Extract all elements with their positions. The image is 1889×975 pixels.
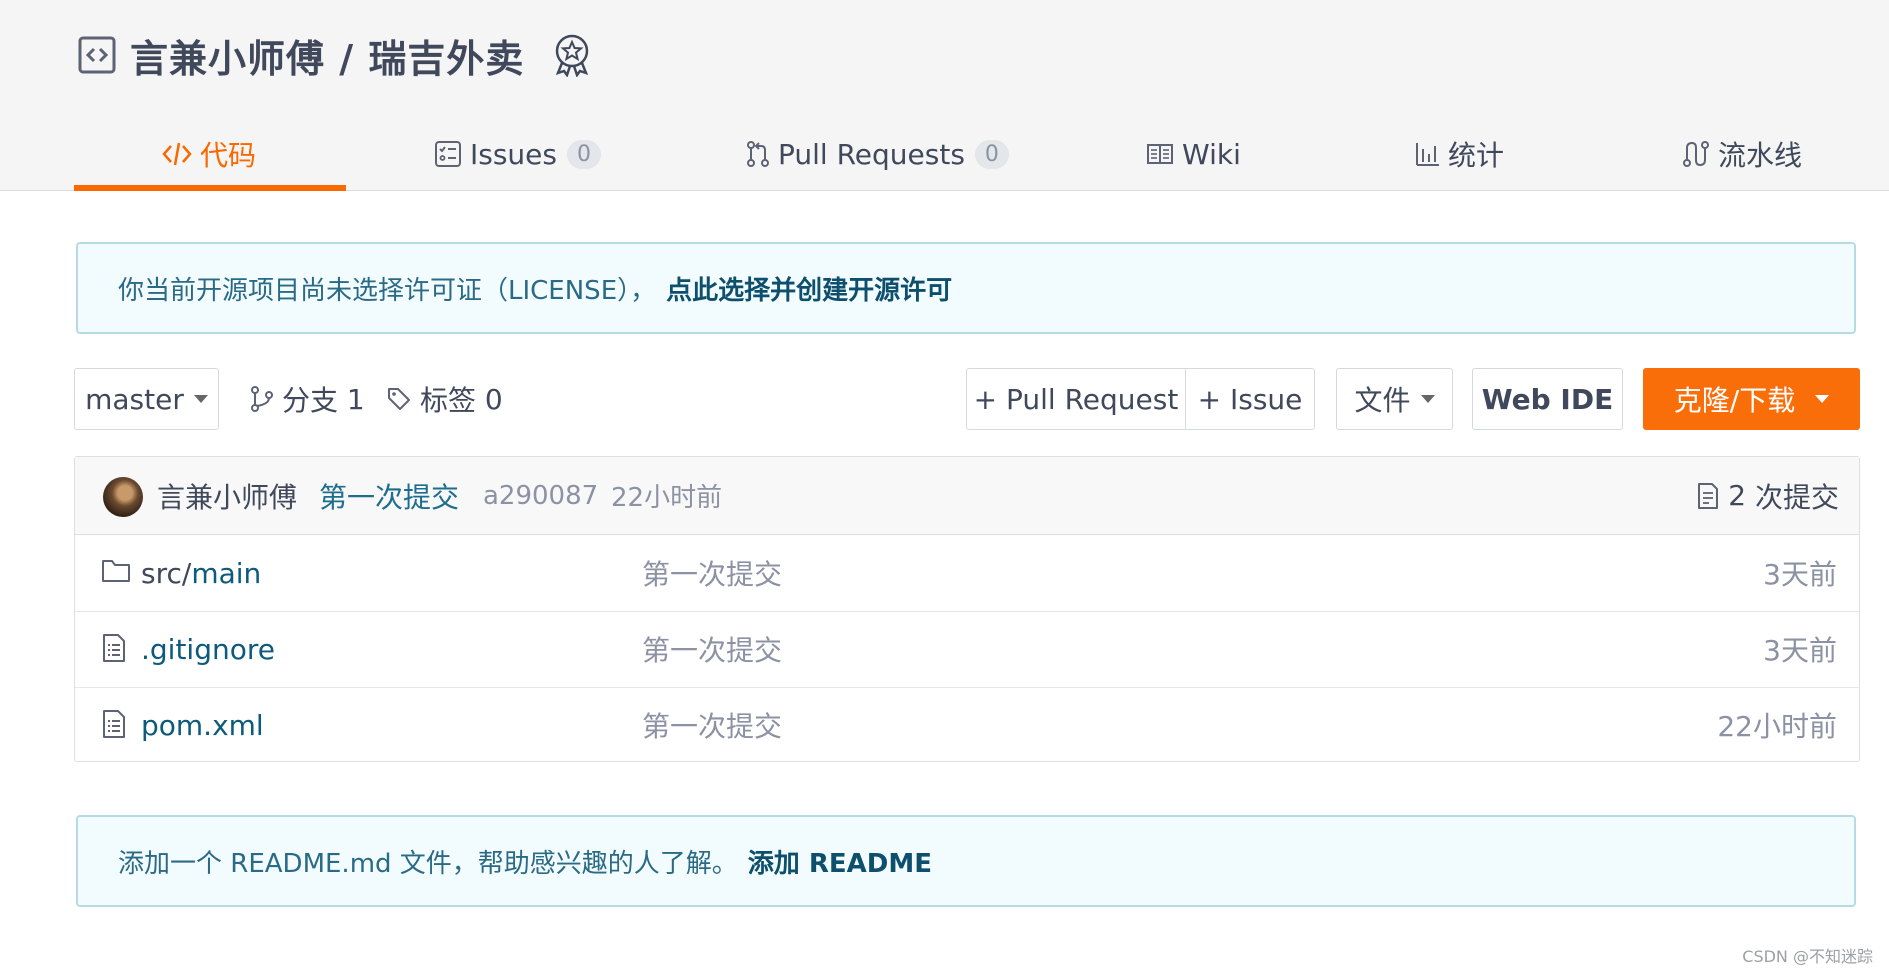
- recommended-badge-icon[interactable]: [552, 33, 592, 77]
- file-commit-time: 22小时前: [1717, 710, 1837, 743]
- code-icon: [162, 142, 192, 166]
- issues-count-badge: 0: [567, 139, 601, 169]
- caret-down-icon: [193, 395, 208, 403]
- file-name-link[interactable]: .gitignore: [141, 611, 275, 687]
- branches-count: 1: [346, 382, 365, 416]
- readme-notice: 添加一个 README.md 文件，帮助感兴趣的人了解。 添加 README: [76, 815, 1856, 907]
- tab-label: Wiki: [1182, 137, 1241, 171]
- web-ide-button[interactable]: Web IDE: [1472, 368, 1623, 430]
- file-name: main: [191, 556, 262, 590]
- table-row[interactable]: src/main 第一次提交 3天前: [75, 535, 1859, 612]
- file-button-label: 文件: [1354, 384, 1411, 417]
- active-tab-indicator: [74, 185, 346, 191]
- license-notice: 你当前开源项目尚未选择许可证（LICENSE）， 点此选择并创建开源许可: [76, 242, 1856, 334]
- tab-code[interactable]: 代码: [162, 118, 256, 190]
- book-icon: [1147, 144, 1173, 164]
- branches-link[interactable]: 分支 1: [250, 368, 365, 430]
- commit-history-icon: [1698, 482, 1719, 509]
- commit-time: 22小时前: [611, 483, 723, 513]
- readme-notice-text: 添加一个 README.md 文件，帮助感兴趣的人了解。: [118, 848, 738, 879]
- issues-icon: [435, 141, 461, 167]
- repo-header: 言兼小师傅 / 瑞吉外卖 代码 Issues 0 Pull Requests 0…: [0, 0, 1889, 191]
- last-commit-row: 言兼小师傅 第一次提交 a290087 22小时前 2 次提交: [75, 457, 1859, 535]
- tab-label: Pull Requests: [778, 137, 965, 171]
- file-commit-time: 3天前: [1763, 558, 1837, 591]
- repo-full-name[interactable]: 言兼小师傅 / 瑞吉外卖: [130, 28, 524, 83]
- tags-label: 标签: [420, 384, 477, 417]
- commit-hash[interactable]: a290087: [483, 457, 598, 534]
- file-path-prefix: src/: [141, 556, 192, 590]
- repo-toolbar: master 分支 1 标签 0 + Pull Request + Issue …: [74, 368, 1860, 432]
- file-commit-time: 3天前: [1763, 634, 1837, 667]
- branch-name: master: [85, 382, 184, 416]
- tab-label: Issues: [470, 137, 557, 171]
- bar-chart-icon: [1416, 143, 1439, 166]
- pipeline-icon: [1683, 141, 1709, 167]
- tab-issues[interactable]: Issues 0: [434, 118, 601, 190]
- commits-count-link[interactable]: 2 次提交: [1696, 457, 1839, 534]
- watermark: CSDN @不知迷踪: [1742, 947, 1873, 966]
- commits-count: 2: [1728, 479, 1747, 512]
- tags-count: 0: [484, 382, 503, 416]
- caret-down-icon: [1420, 395, 1435, 403]
- commits-label: 次提交: [1754, 480, 1839, 514]
- commit-message[interactable]: 第一次提交: [319, 457, 459, 534]
- file-dropdown-button[interactable]: 文件: [1336, 368, 1453, 430]
- folder-icon: [102, 560, 130, 582]
- table-row[interactable]: pom.xml 第一次提交 22小时前: [75, 687, 1859, 763]
- repo-tabs: 代码 Issues 0 Pull Requests 0 Wiki 统计 流水线: [74, 118, 1889, 190]
- repo-name[interactable]: 瑞吉外卖: [368, 37, 524, 81]
- branch-icon: [251, 386, 273, 412]
- tag-icon: [388, 388, 410, 410]
- clone-download-button[interactable]: 克隆/下载: [1643, 368, 1860, 430]
- repo-title: 言兼小师傅 / 瑞吉外卖: [78, 28, 592, 83]
- file-list: 言兼小师傅 第一次提交 a290087 22小时前 2 次提交 src/main…: [74, 456, 1860, 762]
- clone-button-label: 克隆/下载: [1673, 384, 1796, 417]
- pull-request-icon: [747, 141, 769, 167]
- avatar[interactable]: [103, 477, 143, 517]
- file-commit-message[interactable]: 第一次提交: [642, 687, 782, 763]
- tab-label: 统计: [1448, 139, 1505, 172]
- branches-label: 分支: [282, 384, 339, 417]
- file-icon: [103, 710, 125, 738]
- caret-down-icon: [1815, 395, 1830, 403]
- branch-select[interactable]: master: [74, 368, 219, 430]
- pull-requests-count-badge: 0: [974, 139, 1009, 169]
- tab-label: 流水线: [1718, 139, 1803, 172]
- new-issue-button[interactable]: + Issue: [1185, 368, 1315, 430]
- new-pull-request-button[interactable]: + Pull Request: [966, 368, 1186, 430]
- commit-author[interactable]: 言兼小师傅: [157, 457, 297, 534]
- add-readme-link[interactable]: 添加 README: [748, 843, 932, 880]
- tab-pull-requests[interactable]: Pull Requests 0: [746, 118, 1009, 190]
- create-license-link[interactable]: 点此选择并创建开源许可: [666, 270, 952, 307]
- license-notice-text: 你当前开源项目尚未选择许可证（LICENSE），: [118, 275, 657, 306]
- tab-pipeline[interactable]: 流水线: [1682, 118, 1802, 190]
- tab-wiki[interactable]: Wiki: [1146, 118, 1241, 190]
- file-commit-message[interactable]: 第一次提交: [642, 535, 782, 611]
- tab-statistics[interactable]: 统计: [1414, 118, 1504, 190]
- file-name-link[interactable]: pom.xml: [141, 687, 264, 763]
- tags-link[interactable]: 标签 0: [386, 368, 503, 430]
- table-row[interactable]: .gitignore 第一次提交 3天前: [75, 611, 1859, 688]
- file-icon: [103, 634, 125, 662]
- repository-icon: [78, 36, 116, 74]
- repo-owner[interactable]: 言兼小师傅: [130, 37, 325, 81]
- tab-label: 代码: [200, 139, 257, 172]
- file-commit-message[interactable]: 第一次提交: [642, 611, 782, 687]
- file-name-link[interactable]: src/main: [141, 535, 261, 611]
- repo-separator: /: [325, 36, 369, 81]
